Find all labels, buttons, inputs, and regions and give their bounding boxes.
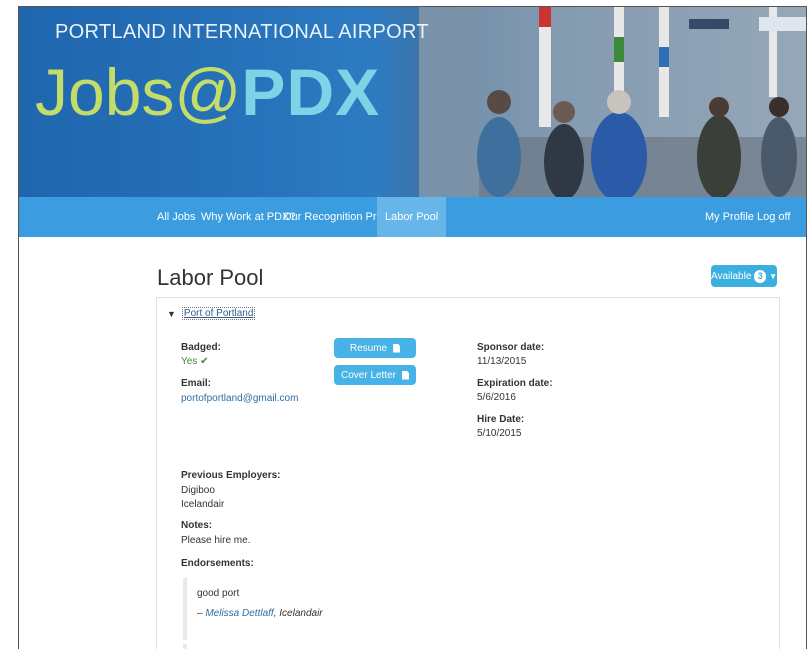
airport-name: PORTLAND INTERNATIONAL AIRPORT — [55, 21, 429, 43]
endorser-name-link[interactable]: Melissa Dettlaff — [205, 608, 273, 619]
expiration-date-label: Expiration date: — [477, 378, 553, 389]
endorsement-author: – Melissa Dettlaff, Icelandair — [197, 608, 323, 619]
site-logo[interactable]: Jobs@PDX — [35, 59, 380, 125]
nav-log-off[interactable]: Log off — [749, 197, 798, 237]
main-navbar: All Jobs Why Work at PDX? Our Recognitio… — [19, 197, 806, 237]
available-count-badge: 3 — [754, 269, 767, 283]
previous-employer-item: Icelandair — [181, 499, 225, 510]
page-title: Labor Pool — [157, 265, 264, 290]
expiration-date-value: 5/6/2016 — [477, 392, 516, 403]
logo-at: @ — [174, 55, 242, 129]
cover-letter-button[interactable]: Cover Letter — [334, 365, 416, 385]
previous-employer-item: Digiboo — [181, 485, 215, 496]
employer-toggle[interactable]: ▼ Port of Portland — [167, 307, 256, 320]
hire-date-value: 5/10/2015 — [477, 428, 522, 439]
candidate-panel: ▼ Port of Portland Badged: Yes ✔ Email: … — [156, 297, 780, 649]
endorsement-text: good port — [197, 588, 240, 599]
nav-labor-pool[interactable]: Labor Pool — [377, 197, 447, 237]
sponsor-date-value: 11/13/2015 — [477, 356, 527, 367]
notes-label: Notes: — [181, 520, 213, 531]
app-window: PORTLAND INTERNATIONAL AIRPORT Jobs@PDX … — [18, 6, 807, 649]
document-icon — [393, 343, 401, 353]
endorsement-quote-next — [183, 644, 187, 649]
cover-letter-label: Cover Letter — [340, 369, 397, 381]
previous-employers-label: Previous Employers: — [181, 470, 281, 481]
chevron-down-icon: ▼ — [167, 308, 176, 319]
caret-down-icon: ▼ — [769, 271, 777, 281]
resume-button[interactable]: Resume — [334, 338, 416, 358]
header-banner: PORTLAND INTERNATIONAL AIRPORT Jobs@PDX — [19, 7, 806, 197]
endorsement-dash: – — [197, 608, 203, 619]
badged-value: Yes ✔ — [181, 356, 209, 367]
logo-jobs: Jobs — [35, 55, 175, 129]
check-icon: ✔ — [200, 356, 209, 367]
endorsement-quote: good port – Melissa Dettlaff, Icelandair — [183, 578, 403, 640]
endorsements-label: Endorsements: — [181, 558, 254, 569]
available-label: Available — [711, 270, 752, 282]
employer-link[interactable]: Port of Portland — [181, 307, 256, 320]
resume-label: Resume — [349, 342, 388, 354]
hire-date-label: Hire Date: — [477, 414, 525, 425]
badged-label: Badged: — [181, 342, 221, 353]
email-link[interactable]: portofportland@gmail.com — [181, 393, 298, 404]
badged-yes-text: Yes — [181, 356, 198, 367]
notes-value: Please hire me. — [181, 535, 251, 546]
email-label: Email: — [181, 378, 212, 389]
endorser-org: Icelandair — [279, 608, 323, 619]
document-icon — [402, 370, 410, 380]
sponsor-date-label: Sponsor date: — [477, 342, 545, 353]
available-dropdown-button[interactable]: Available 3 ▼ — [711, 265, 777, 287]
logo-pdx: PDX — [241, 55, 381, 129]
